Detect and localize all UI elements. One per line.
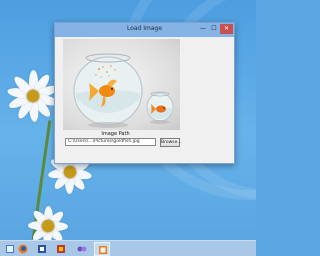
daisy-flower — [28, 206, 68, 240]
load-image-window[interactable]: Load Image — ☐ ✕ Image Path C:\Users\...… — [54, 22, 235, 164]
taskbar-item-word[interactable] — [34, 242, 50, 256]
maximize-button[interactable]: ☐ — [209, 24, 219, 34]
taskbar-item-network[interactable] — [74, 242, 90, 256]
taskbar-item-firefox[interactable] — [15, 242, 31, 256]
goldfish-picture — [63, 39, 180, 130]
daisy-flower — [6, 70, 60, 123]
taskbar-item-form-app[interactable] — [94, 242, 110, 256]
minimize-button[interactable]: — — [198, 24, 208, 34]
app-icon — [57, 245, 65, 253]
taskbar — [0, 240, 256, 256]
word-icon — [38, 245, 46, 253]
daisy-flower — [47, 149, 93, 194]
explorer-icon — [6, 245, 14, 253]
goldfish-bowls-image — [73, 53, 174, 128]
image-path-label: Image Path — [101, 131, 130, 137]
close-button[interactable]: ✕ — [220, 24, 233, 34]
form-app-icon — [99, 246, 107, 254]
window-client-area: Image Path C:\Users\...\Pictures\goldfis… — [58, 38, 231, 162]
taskbar-item-app[interactable] — [53, 242, 69, 256]
browse-button[interactable]: Browse... — [160, 138, 182, 147]
title-bar[interactable]: Load Image — ☐ ✕ — [55, 23, 234, 37]
image-path-input[interactable]: C:\Users\...\Pictures\goldfish.jpg — [65, 138, 156, 146]
firefox-icon — [18, 244, 28, 254]
network-icon — [77, 246, 87, 252]
